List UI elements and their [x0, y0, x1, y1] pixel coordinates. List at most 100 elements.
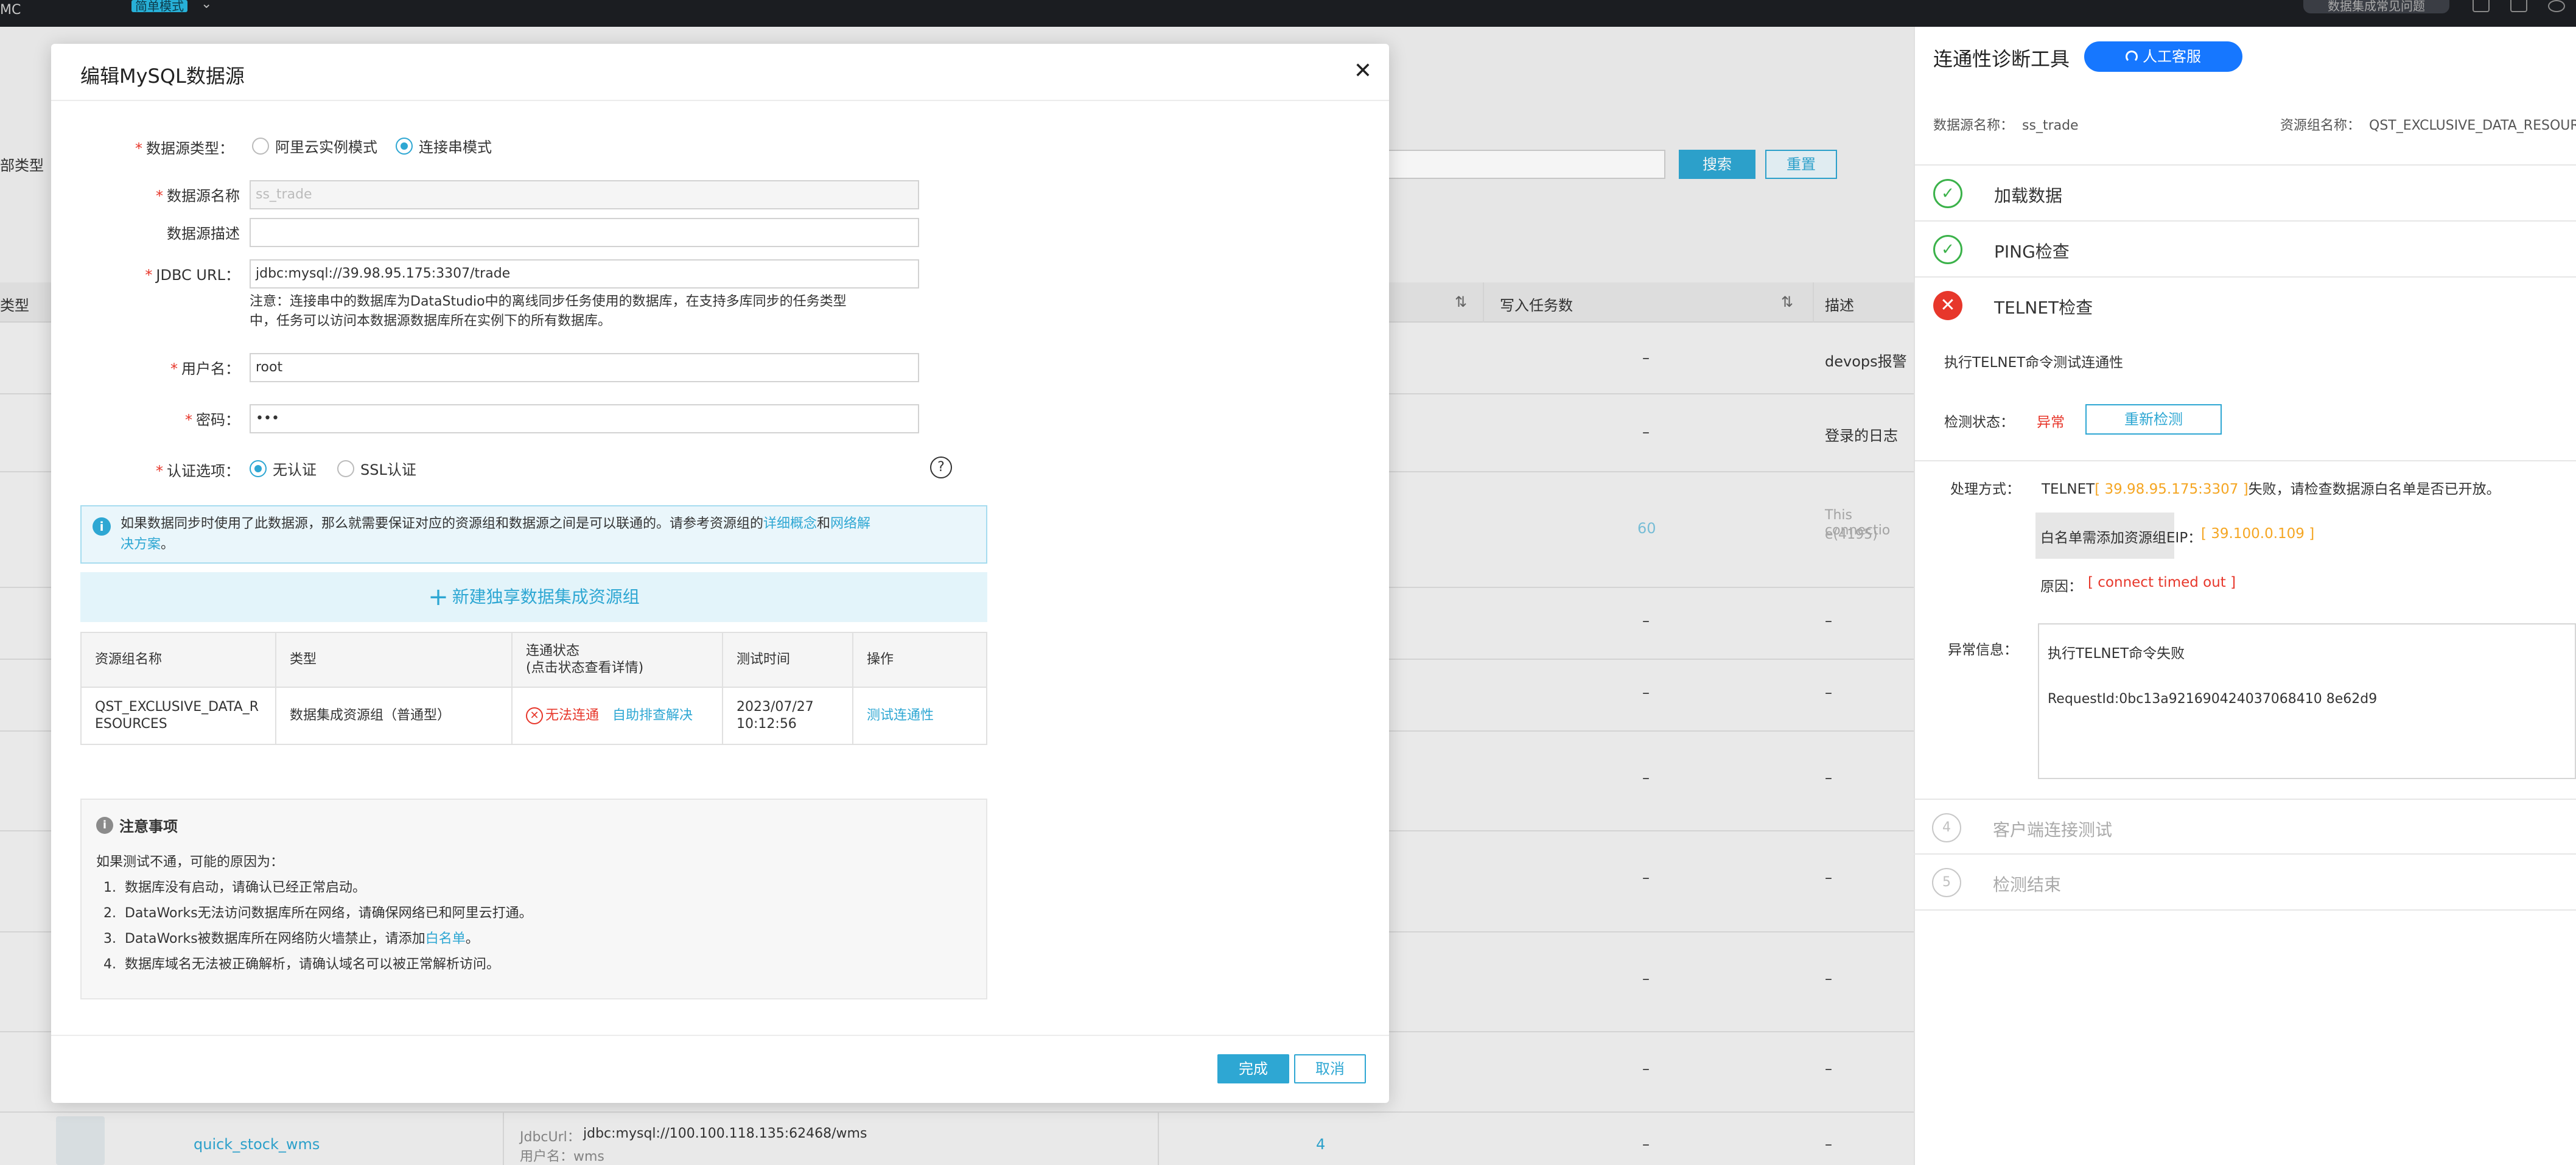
datasource-description-field[interactable]: [250, 218, 919, 247]
auth-label: * 认证选项：: [156, 463, 240, 480]
step-number-icon: 4: [1932, 813, 1961, 842]
status-cell: ✕ 无法连通 自助排查解决: [513, 688, 723, 744]
reason-value: [ connect timed out ]: [2088, 575, 2236, 590]
edit-datasource-dialog: 编辑MySQL数据源 ✕ * 数据源类型： 阿里云实例模式 连接串模式 * 数据源名…: [51, 44, 1389, 1103]
col-group-name: 资源组名称: [82, 633, 276, 687]
self-help-link[interactable]: 自助排查解决: [612, 707, 693, 724]
step-label: 客户端连接测试: [1993, 820, 2113, 840]
exception-info-box: 执行TELNET命令失败 RequestId:0bc13a92169042403…: [2038, 623, 2576, 779]
action-cell: 测试连通性: [853, 688, 989, 744]
divider: [51, 1035, 1389, 1036]
notice-item: 2. DataWorks无法访问数据库所在网络，请确保网络已和阿里云打通。: [103, 906, 533, 921]
network-solution-link[interactable]: 网络解: [830, 516, 870, 531]
customer-service-label: 人工客服: [2143, 48, 2201, 65]
description-label: 数据源描述: [167, 225, 240, 242]
panel-title: 连通性诊断工具: [1933, 47, 2070, 71]
exception-label: 异常信息：: [1948, 642, 2018, 658]
app-name: MC: [0, 2, 21, 18]
col-type: 类型: [276, 633, 513, 687]
exception-line: 执行TELNET命令失败: [2048, 646, 2185, 662]
notice-box: i 注意事项 如果测试不通，可能的原因为： 1. 数据库没有启动，请确认已经正常启…: [80, 799, 987, 999]
username-field[interactable]: root: [250, 353, 919, 382]
close-icon[interactable]: ✕: [1354, 58, 1372, 83]
error-icon: ✕: [1933, 291, 1962, 320]
dialog-title: 编辑MySQL数据源: [80, 65, 245, 88]
check-icon: ✓: [1933, 179, 1962, 208]
col-test-time: 测试时间: [723, 633, 853, 687]
customer-service-button[interactable]: 人工客服: [2084, 41, 2242, 72]
status-label: 检测状态：: [1944, 415, 2014, 430]
test-connectivity-link[interactable]: 测试连通性: [867, 707, 989, 724]
info-icon: i: [96, 816, 113, 834]
radio-instance-mode[interactable]: 阿里云实例模式: [252, 135, 377, 156]
step-load-data: ✓ 加载数据: [1915, 166, 2576, 222]
group-type-cell: 数据集成资源组（普通型）: [276, 688, 513, 744]
whitelist-link[interactable]: 白名单: [425, 931, 466, 946]
telnet-description: 执行TELNET命令测试连通性: [1944, 355, 2124, 371]
handle-text: TELNET[ 39.98.95.175:3307 ]失败，请检查数据源白名单是…: [2042, 481, 2501, 497]
recheck-button[interactable]: 重新检测: [2085, 404, 2222, 435]
notice-item: 4. 数据库域名无法被正确解析，请确认域名可以被正常解析访问。: [103, 957, 500, 972]
faq-button[interactable]: 数据集成常见问题: [2303, 0, 2449, 13]
divider: [51, 100, 1389, 101]
exception-request-id: RequestId:0bc13a921690424037068410 8e62d…: [2048, 691, 2378, 707]
jdbc-note: 注意：连接串中的数据库为DataStudio中的离线同步任务使用的数据库，在支持…: [250, 294, 847, 309]
error-icon: ✕: [526, 707, 543, 724]
reason-label: 原因：: [2040, 579, 2082, 595]
radio-connection-string-mode[interactable]: 连接串模式: [396, 135, 492, 156]
info-alert: i 如果数据同步时使用了此数据源，那么就需要保证对应的资源组和数据源之间是可以联…: [80, 505, 987, 564]
jdbc-note: 中，任务可以访问本数据源数据库所在实例下的所有数据库。: [250, 313, 612, 329]
source-type-label: * 数据源类型：: [135, 140, 234, 157]
status-unreachable[interactable]: 无法连通: [545, 707, 599, 724]
step-ping-check: ✓ PING检查: [1915, 222, 2576, 278]
notice-title: i 注意事项: [96, 814, 178, 836]
chevron-down-icon[interactable]: ⌄: [201, 0, 212, 12]
top-bar: MC 简单模式 ⌄ 数据集成常见问题: [0, 0, 2576, 27]
step-number-icon: 5: [1932, 868, 1961, 897]
datasource-name-field[interactable]: ss_trade: [250, 180, 919, 209]
notice-item: 3. DataWorks被数据库所在网络防火墙禁止，请添加白名单。: [103, 931, 479, 946]
divider: [1915, 460, 2576, 461]
step-label: 检测结束: [1993, 875, 2062, 895]
search-icon[interactable]: [2548, 0, 2565, 12]
radio-ssl-auth[interactable]: SSL认证: [337, 458, 416, 479]
table-header: 资源组名称 类型 连通状态 (点击状态查看详情) 测试时间 操作: [82, 633, 986, 688]
network-solution-link[interactable]: 决方案: [121, 537, 161, 552]
username-label: * 用户名：: [170, 360, 240, 377]
step-finish: 5 检测结束: [1914, 855, 2576, 911]
info-icon: i: [93, 517, 111, 536]
whitelist-eip-label: 白名单需添加资源组EIP：: [2040, 530, 2202, 546]
add-resource-group-button[interactable]: + 新建独享数据集成资源组: [80, 572, 987, 622]
step-label: TELNET检查: [1994, 298, 2093, 318]
bell-icon[interactable]: [2473, 0, 2490, 12]
col-action: 操作: [867, 652, 894, 667]
resource-group-table: 资源组名称 类型 连通状态 (点击状态查看详情) 测试时间 操作 QST_EXCL…: [80, 632, 987, 745]
done-button[interactable]: 完成: [1217, 1054, 1289, 1083]
info-text: 如果数据同步时使用了此数据源，那么就需要保证对应的资源组和数据源之间是可以联通的…: [121, 516, 871, 552]
password-label: * 密码：: [185, 411, 240, 429]
col-status: 连通状态 (点击状态查看详情): [513, 633, 723, 687]
notice-item: 1. 数据库没有启动，请确认已经正常启动。: [103, 880, 366, 895]
cancel-button[interactable]: 取消: [1294, 1054, 1366, 1083]
jdbc-url-label: * JDBC URL：: [145, 267, 240, 284]
jdbc-url-field[interactable]: jdbc:mysql://39.98.95.175:3307/trade: [250, 259, 919, 289]
notice-intro: 如果测试不通，可能的原因为：: [96, 855, 284, 870]
password-field[interactable]: •••: [250, 404, 919, 433]
headset-icon: [2126, 51, 2138, 63]
mode-switch[interactable]: 简单模式: [131, 0, 187, 12]
datasource-name-meta: 数据源名称： ss_trade: [1933, 118, 2079, 133]
radio-no-auth[interactable]: 无认证: [250, 458, 317, 479]
step-label: PING检查: [1994, 242, 2070, 262]
check-icon: ✓: [1933, 235, 1962, 264]
radio-label: SSL认证: [360, 461, 416, 478]
concept-link[interactable]: 详细概念: [763, 516, 817, 531]
plus-icon: +: [428, 583, 449, 611]
handle-label: 处理方式：: [1950, 481, 2020, 497]
help-icon[interactable]: [2510, 0, 2527, 12]
table-row: QST_EXCLUSIVE_DATA_R ESOURCES 数据集成资源组（普通型…: [82, 688, 986, 744]
question-icon[interactable]: ?: [930, 457, 952, 478]
step-label: 加载数据: [1994, 186, 2063, 206]
step-telnet-check: ✕ TELNET检查: [1915, 278, 2576, 334]
status-value: 异常: [2037, 415, 2065, 430]
test-time-cell: 2023/07/27 10:12:56: [723, 688, 853, 744]
